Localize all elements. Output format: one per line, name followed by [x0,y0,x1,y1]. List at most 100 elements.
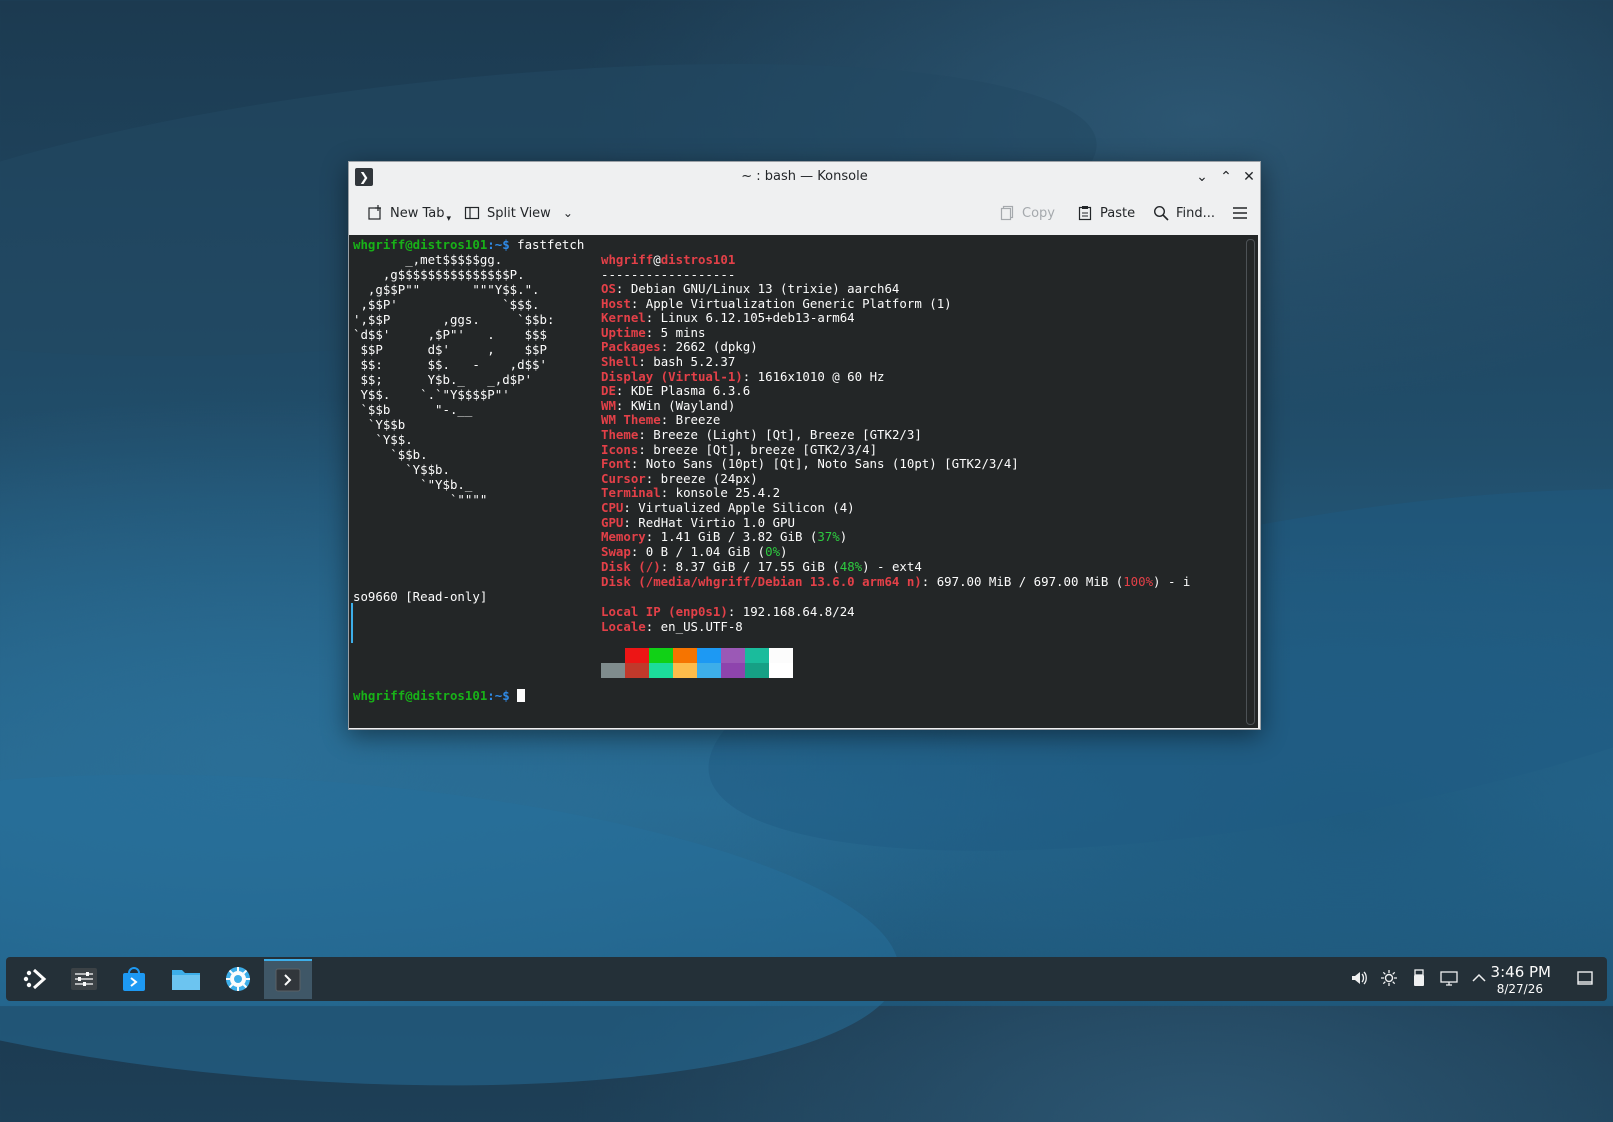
disk-media-line: Disk (/media/whgriff/Debian 13.6.0 arm64… [601,574,1191,589]
fetch-header: whgriff@distros101 [601,252,736,267]
split-view-label: Split View [487,205,551,221]
paste-label: Paste [1100,205,1136,221]
brightness-icon[interactable] [1380,969,1398,987]
copy-icon [999,205,1015,221]
paste-button[interactable]: Paste [1077,201,1135,225]
dolphin-files-icon[interactable] [162,959,210,999]
logo-line: `$$b "-.__ [353,402,473,417]
color-palette-top [601,648,793,663]
color-swatch [601,648,625,663]
color-swatch [697,663,721,678]
fetch-separator: ------------------ [601,267,736,282]
titlebar[interactable]: ❯ ~ : bash — Konsole ⌄ ⌃ ✕ [349,162,1260,192]
fetch-info-key: Packages [601,339,661,355]
fetch-info-line: Uptime: 5 mins [601,325,705,340]
fetch-info-key: GPU [601,514,624,530]
fetch-info-key: Host [601,295,631,311]
fetch-info-line: OS: Debian GNU/Linux 13 (trixie) aarch64 [601,281,899,296]
fetch-info-line: Terminal: konsole 25.4.2 [601,485,780,500]
minimize-icon[interactable]: ⌄ [1191,166,1213,188]
prompt-line: whgriff@distros101:~$ [353,688,526,703]
toolbar: New Tab ▾ Split View ⌄ Copy Paste Find..… [349,192,1260,234]
hamburger-menu-button[interactable] [1232,201,1255,225]
scrollbar[interactable] [1246,239,1255,725]
fetch-info-value: : KWin (Wayland) [615,397,736,413]
fetch-info-line: GPU: RedHat Virtio 1.0 GPU [601,515,795,530]
fetch-info-line: Host: Apple Virtualization Generic Platf… [601,296,952,311]
logo-line: Y$$. `.`"Y$$$$P"' [353,387,510,402]
fetch-info-value: : Apple Virtualization Generic Platform … [630,295,952,311]
color-palette-bottom [601,663,793,678]
close-icon[interactable]: ✕ [1238,166,1260,188]
split-view-button[interactable]: Split View ⌄ [464,201,573,225]
clock-date[interactable]: 8/27/26 [1497,982,1543,996]
fetch-info-key: Terminal [601,485,661,501]
fetch-info-value: : 5 mins [645,324,706,340]
fetch-info-line: DE: KDE Plasma 6.3.6 [601,383,750,398]
konsole-window[interactable]: ❯ ~ : bash — Konsole ⌄ ⌃ ✕ New Tab ▾ Spl… [348,161,1261,730]
fetch-info-key: OS [601,281,616,296]
maximize-icon[interactable]: ⌃ [1215,166,1237,188]
system-settings-icon[interactable] [60,959,108,999]
chevron-down-icon[interactable]: ⌄ [563,206,573,220]
kde-launcher-icon[interactable] [12,959,60,999]
volume-icon[interactable] [1350,969,1368,987]
logo-line: `Y$$b [353,417,406,432]
disk-media-wrap: so9660 [Read-only] [353,589,488,604]
fetch-info-key: Display (Virtual-1) [601,368,743,384]
fetch-info-line: WM: KWin (Wayland) [601,398,735,413]
logo-line: `Y$$b. [353,462,450,477]
color-swatch [649,648,673,663]
fetch-info-key: Font [601,456,631,472]
fetch-info-line: Cursor: breeze (24px) [601,471,758,486]
fetch-info-value: : breeze (24px) [645,470,758,486]
fetch-info-key: Icons [601,441,639,457]
konsole-terminal-icon[interactable] [264,959,312,999]
discover-store-icon[interactable] [110,959,158,999]
window-title: ~ : bash — Konsole [741,169,868,184]
browser-icon[interactable] [214,959,262,999]
memory-line: Memory: 1.41 GiB / 3.82 GiB (37%) [601,529,848,544]
copy-button[interactable]: Copy [999,201,1055,225]
fetch-info-value: : 1616x1010 @ 60 Hz [742,368,885,384]
fetch-info-line: Font: Noto Sans (10pt) [Qt], Noto Sans (… [601,456,1019,471]
fetch-info-value: : Noto Sans (10pt) [Qt], Noto Sans (10pt… [630,456,1019,472]
fetch-info-key: Kernel [601,310,646,326]
find-button[interactable]: Find... [1153,201,1215,225]
new-tab-button[interactable]: New Tab ▾ [367,201,451,225]
color-swatch [745,663,769,678]
logo-line: ,$$P' `$$$. [353,297,540,312]
logo-line: `$$b. [353,447,428,462]
fetch-info-value: : KDE Plasma 6.3.6 [615,383,751,399]
show-desktop-icon[interactable] [1576,969,1594,987]
color-swatch [625,648,649,663]
logo-line: `"""" [353,492,488,507]
fetch-info-key: CPU [601,500,624,515]
disk-root-line: Disk (/): 8.37 GiB / 17.55 GiB (48%) - e… [601,559,922,574]
color-swatch [769,648,793,663]
color-swatch [649,663,673,678]
taskbar: 3:46 PM 8/27/26 [6,957,1607,1001]
logo-line: $$P d$' , $$P [353,342,547,357]
logo-line: $$; Y$b._ _,d$P' [353,372,533,387]
find-label: Find... [1176,205,1216,221]
fetch-info-value: : 2662 (dpkg) [660,339,758,355]
logo-line: `"Y$b._ [353,477,473,492]
text-cursor [517,689,526,702]
logo-line: _,met$$$$$gg. [353,252,503,267]
logo-line: `Y$$. [353,432,413,447]
fetch-info-value: : RedHat Virtio 1.0 GPU [623,514,795,530]
tray-expand-icon[interactable] [1470,969,1488,987]
fetch-info-line: WM Theme: Breeze [601,412,720,427]
fetch-info-value: : breeze [Qt], breeze [GTK2/3/4] [638,441,878,457]
color-swatch [721,663,745,678]
fetch-info-value: : Virtualized Apple Silicon (4) [623,500,855,515]
terminal-view[interactable]: whgriff@distros101:~$ fastfetch _,met$$$… [349,235,1258,728]
fetch-info-line: Packages: 2662 (dpkg) [601,339,758,354]
network-icon[interactable] [1440,969,1458,987]
fetch-info-key: Theme [601,427,639,442]
fetch-info-key: WM Theme [601,412,661,428]
fetch-info-line: Theme: Breeze (Light) [Qt], Breeze [GTK2… [601,427,922,442]
clock-time[interactable]: 3:46 PM [1491,963,1551,981]
usb-icon[interactable] [1410,969,1428,987]
